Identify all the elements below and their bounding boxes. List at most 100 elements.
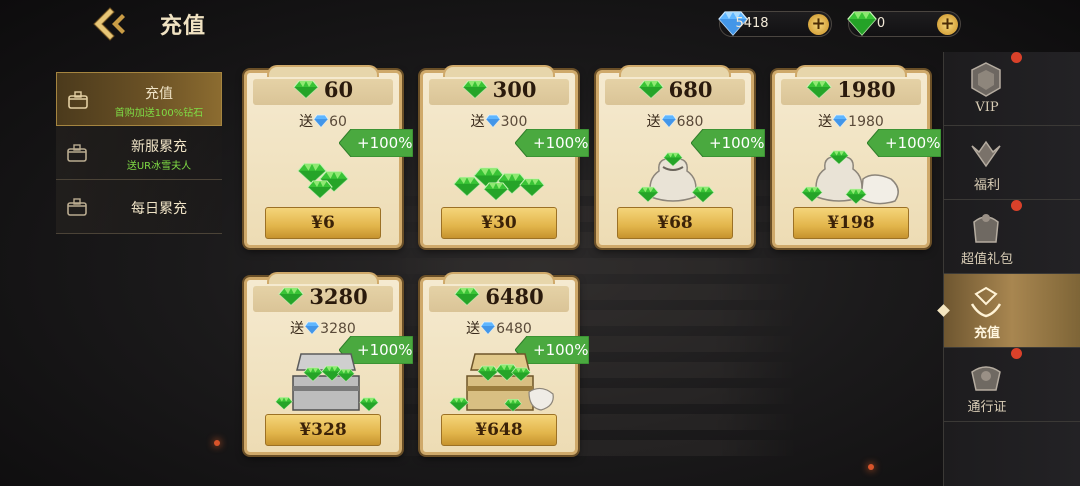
pack-bonus-line: 送 1980 bbox=[775, 111, 927, 131]
pack-header: 6480 bbox=[429, 284, 569, 312]
pack-bonus-amount: 6480 bbox=[496, 321, 532, 337]
back-arrow-icon bbox=[93, 7, 125, 41]
menu-item-recharge[interactable]: 充值 首购加送100%钻石 bbox=[56, 72, 222, 126]
left-menu: 充值 首购加送100%钻石 新服累充 送UR冰雪夫人 每日累充 bbox=[56, 72, 222, 234]
blue-diamond-icon bbox=[304, 321, 320, 335]
add-blue-diamond-button[interactable]: + bbox=[808, 14, 829, 35]
blue-diamond-icon bbox=[832, 114, 848, 128]
currency-blue-diamond: 5418 + bbox=[718, 11, 832, 37]
green-diamond-icon bbox=[278, 286, 304, 306]
green-diamond-amount: 0 bbox=[876, 16, 886, 31]
gem-bag-icon bbox=[637, 152, 715, 203]
green-diamond-icon bbox=[462, 79, 488, 99]
pack-card-60: 60 送 60 +100% ¥6 bbox=[244, 65, 402, 248]
pack-card-300: 300 送 300 +100% ¥30 bbox=[420, 65, 578, 248]
right-menu-item-gift-pack[interactable]: 超值礼包 bbox=[944, 200, 1080, 274]
menu-item-label: 新服累充 bbox=[131, 139, 187, 155]
menu-item-daily-cumulative[interactable]: 每日累充 bbox=[56, 180, 222, 234]
pack-bonus-line: 送 6480 bbox=[423, 318, 575, 338]
pack-header: 680 bbox=[605, 77, 745, 105]
notification-dot bbox=[1011, 200, 1022, 211]
ember-particle bbox=[214, 440, 220, 446]
pack-header: 300 bbox=[429, 77, 569, 105]
menu-item-label: 充值 bbox=[145, 86, 173, 102]
right-menu-label: 充值 bbox=[973, 326, 1000, 341]
blue-diamond-icon bbox=[480, 321, 496, 335]
pack-gem-amount: 60 bbox=[323, 77, 354, 102]
blue-diamond-amount: 5418 bbox=[735, 16, 769, 31]
active-indicator-icon bbox=[937, 304, 950, 317]
pack-gem-amount: 680 bbox=[668, 77, 713, 102]
gem-bags-icon bbox=[801, 150, 899, 205]
pack-bonus-amount: 300 bbox=[500, 114, 528, 130]
pack-gem-amount: 300 bbox=[492, 77, 537, 102]
vip-icon bbox=[971, 62, 1001, 97]
buy-button[interactable]: ¥198 bbox=[793, 207, 909, 239]
pack-card-3280: 3280 送 3280 +100% ¥328 bbox=[244, 272, 402, 455]
gem-heap-icon bbox=[453, 167, 545, 201]
pack-header: 3280 bbox=[253, 284, 393, 312]
right-menu-label: 通行证 bbox=[967, 400, 1007, 415]
right-menu-label: 福利 bbox=[973, 178, 1000, 193]
buy-button[interactable]: ¥30 bbox=[441, 207, 557, 239]
buy-button[interactable]: ¥648 bbox=[441, 414, 557, 446]
pack-card-1980: 1980 送 1980 +100% ¥198 bbox=[772, 65, 930, 248]
pack-gem-amount: 3280 bbox=[309, 284, 368, 309]
pack-gem-amount: 6480 bbox=[485, 284, 544, 309]
pack-bonus-line: 送 680 bbox=[599, 111, 751, 131]
pack-bonus-line: 送 3280 bbox=[247, 318, 399, 338]
page-title: 充值 bbox=[160, 13, 207, 39]
pack-bonus-line: 送 300 bbox=[423, 111, 575, 131]
add-green-diamond-button[interactable]: + bbox=[937, 14, 958, 35]
card-tab bbox=[619, 65, 731, 77]
blue-diamond-icon bbox=[313, 114, 329, 128]
blue-diamond-icon bbox=[485, 114, 501, 128]
green-diamond-icon bbox=[806, 79, 832, 99]
gift-pack-icon bbox=[973, 214, 999, 243]
recharge-icon bbox=[970, 286, 1002, 318]
card-tab bbox=[267, 272, 379, 284]
pack-card-6480: 6480 送 6480 +100% ¥648 bbox=[420, 272, 578, 455]
menu-item-subtitle: 送UR冰雪夫人 bbox=[126, 161, 192, 172]
welfare-icon bbox=[971, 140, 1001, 168]
right-menu-item-pass[interactable]: 通行证 bbox=[944, 348, 1080, 422]
card-tab bbox=[443, 272, 555, 284]
pack-gem-amount: 1980 bbox=[837, 77, 896, 102]
right-menu-label: 超值礼包 bbox=[960, 252, 1013, 267]
gem-gold-chest-icon bbox=[449, 353, 554, 412]
gem-chest-icon bbox=[275, 353, 379, 412]
pass-icon bbox=[971, 366, 1001, 391]
notification-dot bbox=[1011, 348, 1022, 359]
card-tab bbox=[795, 65, 907, 77]
right-menu: VIP 福利 超值礼包 充值 通行证 bbox=[937, 52, 1080, 486]
right-menu-item-vip[interactable]: VIP bbox=[944, 52, 1080, 126]
right-menu-item-welfare[interactable]: 福利 bbox=[944, 126, 1080, 200]
buy-button[interactable]: ¥6 bbox=[265, 207, 381, 239]
menu-item-label: 每日累充 bbox=[131, 201, 187, 217]
bonus-prefix: 送 bbox=[290, 321, 305, 337]
right-menu-label: VIP bbox=[975, 100, 999, 115]
pack-bonus-amount: 680 bbox=[676, 114, 704, 130]
pack-bonus-line: 送 60 bbox=[247, 111, 399, 131]
card-tab bbox=[267, 65, 379, 77]
green-diamond-icon bbox=[293, 79, 319, 99]
currency-green-diamond: 0 + bbox=[847, 11, 961, 37]
green-diamond-icon bbox=[638, 79, 664, 99]
menu-item-new-server-cumulative[interactable]: 新服累充 送UR冰雪夫人 bbox=[56, 126, 222, 180]
buy-button[interactable]: ¥328 bbox=[265, 414, 381, 446]
buy-button[interactable]: ¥68 bbox=[617, 207, 733, 239]
green-diamond-icon bbox=[454, 286, 480, 306]
notification-dot bbox=[1011, 52, 1022, 63]
bonus-prefix: 送 bbox=[299, 114, 314, 130]
pack-bonus-amount: 60 bbox=[329, 114, 347, 130]
chest-icon bbox=[67, 198, 87, 216]
back-button[interactable] bbox=[92, 6, 132, 42]
gem-pile-icon bbox=[297, 163, 349, 199]
chest-icon bbox=[67, 144, 87, 162]
bonus-prefix: 送 bbox=[470, 114, 485, 130]
card-tab bbox=[443, 65, 555, 77]
bonus-prefix: 送 bbox=[646, 114, 661, 130]
pack-bonus-amount: 1980 bbox=[848, 114, 884, 130]
blue-diamond-icon bbox=[661, 114, 677, 128]
right-menu-item-recharge[interactable]: 充值 bbox=[937, 274, 1080, 348]
